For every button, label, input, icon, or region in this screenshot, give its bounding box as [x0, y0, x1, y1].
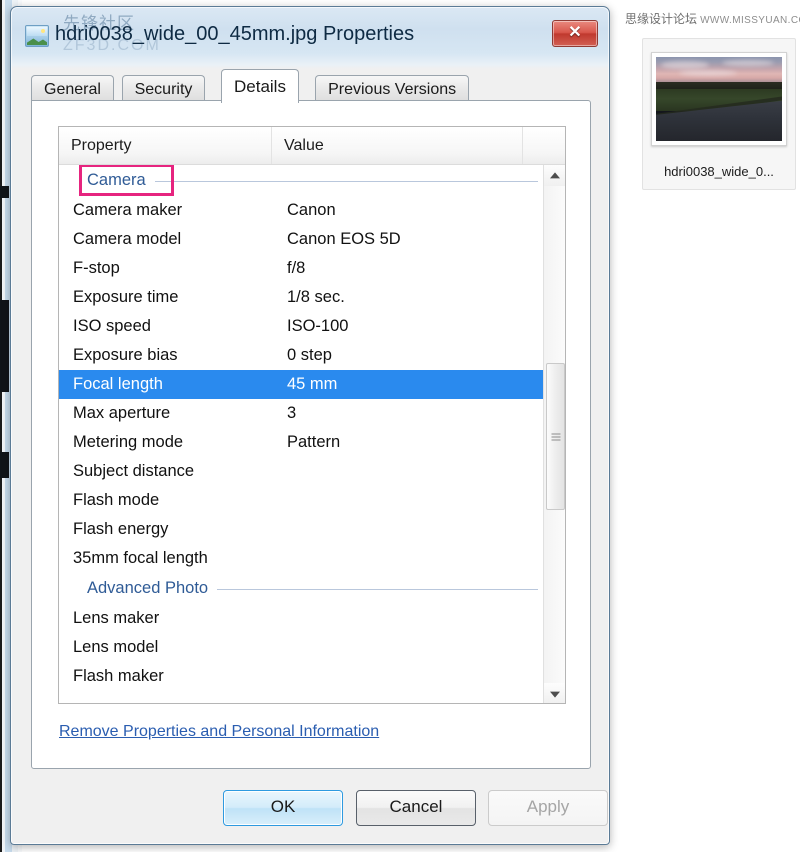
property-name: Exposure bias	[73, 341, 273, 370]
property-row[interactable]: Exposure time 1/8 sec.	[59, 283, 544, 312]
property-row[interactable]: Flash mode	[59, 486, 544, 515]
sliver-dark-block	[0, 186, 9, 198]
property-name: ISO speed	[73, 312, 273, 341]
dialog-footer: OK Cancel Apply	[11, 784, 610, 836]
thumbnail-card[interactable]: hdri0038_wide_0...	[642, 38, 796, 190]
grip-icon	[551, 433, 560, 440]
ok-button[interactable]: OK	[223, 790, 343, 826]
property-row[interactable]: Lens model	[59, 633, 544, 662]
property-row[interactable]: F-stop f/8	[59, 254, 544, 283]
chevron-down-icon	[550, 691, 560, 697]
property-name: Camera model	[73, 225, 273, 254]
property-row[interactable]: Lens maker	[59, 604, 544, 633]
tab-security[interactable]: Security	[122, 75, 206, 101]
property-row[interactable]: Subject distance	[59, 457, 544, 486]
property-name: Flash energy	[73, 515, 273, 544]
property-row[interactable]: Max aperture 3	[59, 399, 544, 428]
property-value[interactable]: 0 step	[287, 341, 537, 370]
property-value[interactable]: 3	[287, 399, 537, 428]
property-row[interactable]: Metering mode Pattern	[59, 428, 544, 457]
property-group-header: Advanced Photo	[59, 573, 544, 604]
close-icon: ✕	[553, 23, 597, 43]
property-name: Metering mode	[73, 428, 273, 457]
thumbnail-photo	[656, 57, 782, 141]
icon-sun	[41, 29, 45, 33]
property-name: Flash maker	[73, 662, 273, 691]
column-header-property[interactable]: Property	[59, 127, 272, 164]
group-header-label: Camera	[87, 165, 155, 196]
cancel-button[interactable]: Cancel	[356, 790, 476, 826]
remove-properties-link[interactable]: Remove Properties and Personal Informati…	[59, 723, 379, 741]
property-name: Focal length	[73, 370, 273, 399]
property-list-body: CameraCamera maker Canon Camera model Canon…	[59, 165, 544, 704]
property-value[interactable]: Pattern	[287, 428, 537, 457]
site-watermark: 思缘设计论坛 WWW.MISSYUAN.COM	[625, 10, 800, 27]
property-value[interactable]: 45 mm	[287, 370, 537, 399]
property-name: Camera maker	[73, 196, 273, 225]
sliver-dark-block	[0, 300, 9, 392]
vertical-scrollbar[interactable]	[543, 165, 565, 704]
property-name: F-stop	[73, 254, 273, 283]
property-row[interactable]: Camera model Canon EOS 5D	[59, 225, 544, 254]
property-name: Exposure time	[73, 283, 273, 312]
photo-cloud	[661, 61, 709, 69]
explorer-preview-pane: 思缘设计论坛 WWW.MISSYUAN.COM hdri0038_wide_0.…	[620, 0, 800, 852]
property-name: Subject distance	[73, 457, 273, 486]
sliver-dark-block	[0, 452, 9, 478]
details-tab-page: Property Value CameraCamera makerCanonCa…	[31, 100, 591, 769]
property-value[interactable]: f/8	[287, 254, 537, 283]
dialog-title: hdri0038_wide_00_45mm.jpg Properties	[55, 23, 414, 46]
property-name: Lens maker	[73, 604, 273, 633]
watermark-url-text: WWW.MISSYUAN.COM	[700, 15, 800, 26]
property-group-header: Camera	[59, 165, 544, 196]
tab-previous-versions[interactable]: Previous Versions	[315, 75, 469, 101]
close-button[interactable]: ✕	[552, 20, 598, 47]
property-row[interactable]: Flash energy	[59, 515, 544, 544]
apply-button: Apply	[488, 790, 608, 826]
scroll-down-button[interactable]	[544, 683, 565, 704]
dialog-titlebar[interactable]: 先锋社区 ZF3D.COM hdri0038_wide_00_45mm.jpg …	[11, 7, 609, 63]
property-value[interactable]: 1/8 sec.	[287, 283, 537, 312]
thumbnail-filename-label: hdri0038_wide_0...	[643, 164, 795, 179]
group-header-label: Advanced Photo	[87, 573, 217, 604]
property-name: Max aperture	[73, 399, 273, 428]
property-name: Lens model	[73, 633, 273, 662]
property-list-header: Property Value	[59, 127, 565, 165]
property-row[interactable]: 35mm focal length	[59, 544, 544, 573]
property-row[interactable]: Camera maker Canon	[59, 196, 544, 225]
property-value[interactable]: Canon	[287, 196, 537, 225]
property-value[interactable]: ISO-100	[287, 312, 537, 341]
property-name: 35mm focal length	[73, 544, 273, 573]
property-value[interactable]: Canon EOS 5D	[287, 225, 537, 254]
tab-strip: General Security Details Previous Versions	[31, 69, 591, 101]
tab-details[interactable]: Details	[221, 69, 299, 103]
scrollbar-thumb[interactable]	[546, 363, 565, 510]
property-row[interactable]: ISO speed ISO-100	[59, 312, 544, 341]
property-name: Flash mode	[73, 486, 273, 515]
property-row[interactable]: Exposure bias 0 step	[59, 341, 544, 370]
scroll-up-button[interactable]	[544, 165, 565, 186]
thumbnail-frame	[651, 52, 787, 146]
column-header-value[interactable]: Value	[272, 127, 523, 164]
property-row[interactable]: Flash maker	[59, 662, 544, 691]
property-list[interactable]: Property Value CameraCamera makerCanonCa…	[58, 126, 566, 704]
column-header-extra[interactable]	[523, 127, 566, 164]
chevron-up-icon	[550, 172, 560, 178]
icon-hill	[27, 37, 47, 45]
property-row[interactable]: Focal length 45 mm	[59, 370, 544, 399]
watermark-cn-text: 思缘设计论坛	[625, 12, 697, 26]
tab-general[interactable]: General	[31, 75, 114, 101]
file-properties-dialog: 先锋社区 ZF3D.COM hdri0038_wide_00_45mm.jpg …	[10, 6, 610, 845]
image-file-icon	[25, 25, 49, 47]
